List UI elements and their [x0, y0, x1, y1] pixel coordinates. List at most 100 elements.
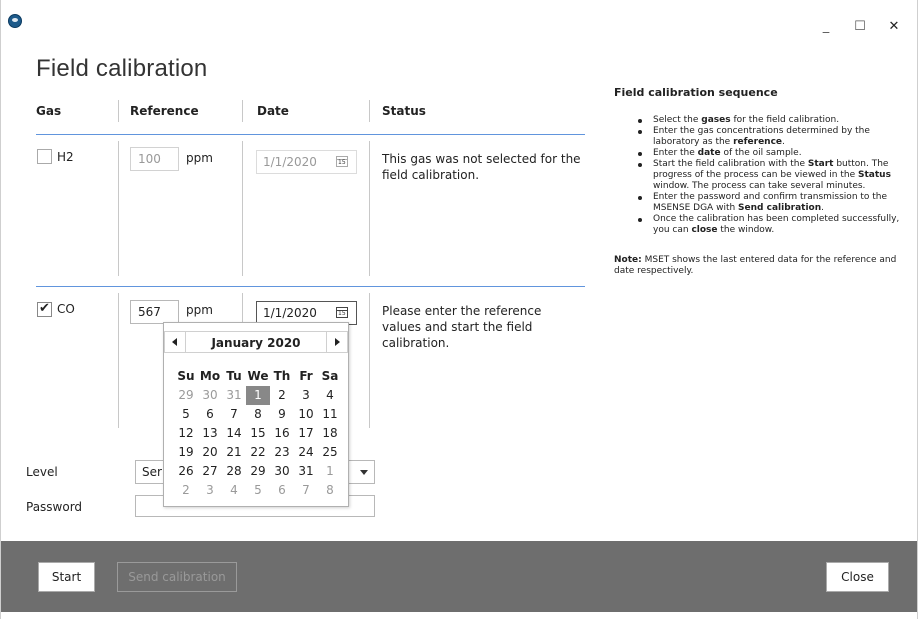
calendar-day[interactable]: 10 [294, 405, 318, 424]
calendar-day[interactable]: 14 [222, 424, 246, 443]
calendar-day[interactable]: 23 [270, 443, 294, 462]
calendar-day[interactable]: 26 [174, 462, 198, 481]
calendar-day[interactable]: 19 [174, 443, 198, 462]
calendar-day[interactable]: 20 [198, 443, 222, 462]
help-step-text: the window. [717, 225, 775, 235]
calendar-header: January 2020 [164, 327, 348, 353]
level-label: Level [26, 465, 58, 479]
calendar-week-row: 5 6 7 8 9 10 11 [174, 405, 342, 424]
help-step-text: Enter the [653, 148, 698, 158]
calendar-day[interactable]: 12 [174, 424, 198, 443]
help-step-emphasis: date [697, 148, 721, 158]
column-divider [369, 100, 370, 122]
calendar-grid: Su Mo Tu We Th Fr Sa 29 30 31 1 2 3 4 5 6 7 8 9 10 11 12 13 14 1… [174, 367, 342, 500]
maximize-button[interactable]: ☐ [853, 20, 867, 34]
calendar-day[interactable]: 8 [246, 405, 270, 424]
calendar-day[interactable]: 5 [246, 481, 270, 500]
calendar-day[interactable]: 24 [294, 443, 318, 462]
calendar-icon[interactable]: 15 [336, 156, 348, 167]
calendar-day[interactable]: 30 [198, 386, 222, 405]
help-panel-title: Field calibration sequence [614, 86, 778, 99]
calendar-day[interactable]: 5 [174, 405, 198, 424]
help-step-emphasis: reference [733, 137, 783, 147]
note-text: MSET shows the last entered data for the… [614, 255, 897, 276]
send-calibration-button[interactable]: Send calibration [117, 562, 237, 592]
calendar-day[interactable]: 31 [294, 462, 318, 481]
calendar-day[interactable]: 27 [198, 462, 222, 481]
calendar-day[interactable]: 31 [222, 386, 246, 405]
column-header-status: Status [382, 104, 426, 118]
help-step-item: Enter the gas concentrations determined … [614, 126, 904, 148]
calendar-day[interactable]: 4 [318, 386, 342, 405]
next-month-button[interactable] [326, 331, 348, 353]
calendar-day[interactable]: 7 [222, 405, 246, 424]
calendar-day[interactable]: 11 [318, 405, 342, 424]
h2-checkbox[interactable] [37, 149, 52, 164]
calendar-weekday: Mo [199, 369, 221, 383]
calendar-day[interactable]: 3 [198, 481, 222, 500]
minimize-button[interactable]: _ [819, 20, 833, 34]
h2-date-value: 1/1/2020 [263, 155, 317, 169]
previous-month-button[interactable] [164, 331, 186, 353]
calendar-day[interactable]: 8 [318, 481, 342, 500]
calendar-day[interactable]: 3 [294, 386, 318, 405]
column-header-reference: Reference [130, 104, 199, 118]
column-divider [369, 293, 370, 428]
help-step-text: . [782, 137, 785, 147]
calendar-day[interactable]: 29 [174, 386, 198, 405]
calendar-day[interactable]: 7 [294, 481, 318, 500]
calendar-icon[interactable]: 15 [336, 307, 348, 318]
calendar-weekday: We [247, 369, 269, 383]
header-divider [36, 134, 585, 135]
calendar-day[interactable]: 4 [222, 481, 246, 500]
calendar-day[interactable]: 18 [318, 424, 342, 443]
calendar-day[interactable]: 13 [198, 424, 222, 443]
help-note: Note: MSET shows the last entered data f… [614, 255, 904, 277]
calendar-month-label[interactable]: January 2020 [186, 331, 326, 353]
note-label: Note: [614, 255, 642, 265]
calendar-day[interactable]: 22 [246, 443, 270, 462]
password-label: Password [26, 500, 83, 514]
start-button[interactable]: Start [38, 562, 95, 592]
calendar-week-row: 2345678 [174, 481, 342, 500]
h2-label: H2 [57, 150, 74, 164]
calendar-day[interactable]: 1 [318, 462, 342, 481]
calendar-day[interactable]: 17 [294, 424, 318, 443]
calendar-day[interactable]: 6 [198, 405, 222, 424]
calendar-day[interactable]: 6 [270, 481, 294, 500]
row-divider [36, 286, 585, 287]
calendar-day[interactable]: 25 [318, 443, 342, 462]
calendar-day[interactable]: 29 [246, 462, 270, 481]
date-picker-calendar: January 2020 Su Mo Tu We Th Fr Sa 29 30 31 1 2 3 4 5 6 7… [163, 322, 349, 507]
close-button[interactable]: Close [826, 562, 889, 592]
co-status-text: Please enter the reference values and st… [382, 304, 542, 350]
calendar-day[interactable]: 2 [270, 386, 294, 405]
page-title: Field calibration [36, 55, 208, 82]
calendar-day[interactable]: 30 [270, 462, 294, 481]
calibration-window: _ ☐ ✕ Field calibration Gas Reference Da… [0, 0, 918, 619]
help-step-emphasis: Start [807, 159, 834, 169]
calendar-week-row: 19 20 21 22 23 24 25 [174, 443, 342, 462]
help-step-text: Select the [653, 115, 702, 125]
calendar-day[interactable]: 15 [246, 424, 270, 443]
calendar-day[interactable]: 9 [270, 405, 294, 424]
h2-reference-input[interactable]: 100 [130, 147, 179, 171]
help-step-text: of the oil sample. [720, 148, 802, 158]
calendar-day[interactable]: 2 [174, 481, 198, 500]
calendar-week-row: 26 27 28 29 30 31 1 [174, 462, 342, 481]
calendar-day[interactable]: 28 [222, 462, 246, 481]
column-divider [118, 293, 119, 428]
calendar-day[interactable]: 16 [270, 424, 294, 443]
calendar-day[interactable]: 21 [222, 443, 246, 462]
calendar-week-row: 12 13 14 15 16 17 18 [174, 424, 342, 443]
close-window-button[interactable]: ✕ [887, 20, 901, 34]
h2-date-picker[interactable]: 1/1/2020 15 [256, 150, 357, 174]
column-header-date: Date [257, 104, 289, 118]
co-reference-input[interactable]: 567 [130, 300, 179, 324]
column-divider [118, 141, 119, 276]
calendar-day[interactable]: 1 [246, 386, 270, 405]
help-step-text: Start the field calibration with the [653, 159, 808, 169]
calendar-weekday: Th [273, 369, 291, 383]
co-checkbox[interactable] [37, 301, 52, 317]
chevron-down-icon[interactable] [360, 470, 368, 475]
